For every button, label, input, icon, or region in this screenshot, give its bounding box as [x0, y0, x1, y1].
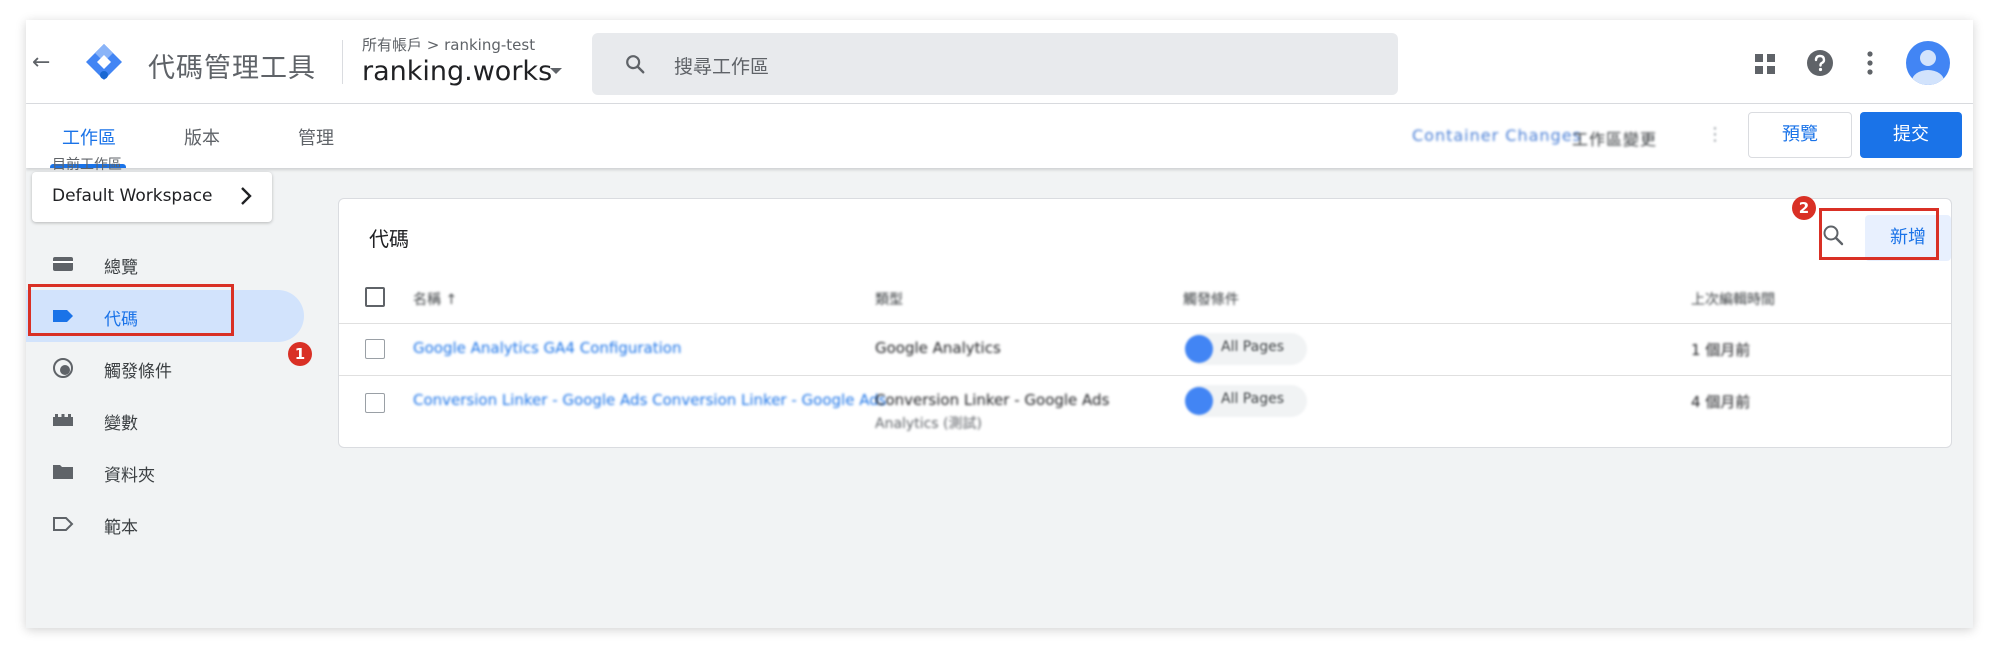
- workspace-changes-status: 工作區變更: [1572, 130, 1658, 149]
- tab-bar: 工作區 版本 管理 Container Changes 工作區變更 ⋮ 預覽 提…: [26, 104, 1973, 168]
- tag-name-link[interactable]: Google Analytics GA4 Configuration: [413, 339, 681, 357]
- trigger-label: All Pages: [1221, 391, 1284, 407]
- help-icon[interactable]: [1806, 49, 1834, 77]
- sidebar-item-label: 範本: [104, 518, 138, 538]
- tag-name-link[interactable]: Conversion Linker - Google Ads Conversio…: [413, 391, 887, 409]
- row-checkbox[interactable]: [365, 339, 385, 359]
- annotation-highlight-tags: [28, 284, 234, 336]
- search-icon: [626, 55, 645, 74]
- row-checkbox[interactable]: [365, 393, 385, 413]
- app-window: ← 代碼管理工具 所有帳戶 > ranking-test ranking.wor…: [26, 20, 1973, 628]
- divider: [339, 375, 1951, 376]
- search-bar[interactable]: 搜尋工作區: [592, 33, 1398, 95]
- select-all-checkbox[interactable]: [365, 287, 385, 307]
- sidebar-item-templates[interactable]: 範本: [26, 498, 306, 550]
- tab-versions[interactable]: 版本: [184, 124, 220, 150]
- preview-button[interactable]: 預覽: [1748, 112, 1852, 158]
- tag-type: Google Analytics: [875, 339, 1001, 357]
- sidebar-item-label: 觸發條件: [104, 362, 172, 382]
- avatar[interactable]: [1906, 41, 1950, 85]
- variable-icon: [53, 414, 73, 426]
- breadcrumb[interactable]: 所有帳戶 > ranking-test: [362, 34, 535, 55]
- column-header-trigger[interactable]: 觸發條件: [1183, 289, 1239, 309]
- trigger-icon: [1185, 387, 1213, 415]
- tab-workspace[interactable]: 工作區: [62, 124, 116, 150]
- column-header-last-edited[interactable]: 上次編輯時間: [1691, 289, 1775, 309]
- sidebar-item-variables[interactable]: 變數: [26, 394, 306, 446]
- container-changes-status: Container Changes: [1412, 126, 1582, 145]
- trigger-label: All Pages: [1221, 339, 1284, 355]
- sidebar-item-label: 總覽: [104, 258, 138, 278]
- top-app-bar: ← 代碼管理工具 所有帳戶 > ranking-test ranking.wor…: [26, 20, 1973, 104]
- tags-card: 代碼 新增 名稱 ↑ 類型 觸發條件 上次編輯時間 Google Analyti…: [338, 198, 1952, 448]
- template-icon: [53, 517, 74, 531]
- search-input[interactable]: 搜尋工作區: [674, 52, 769, 79]
- more-vert-icon[interactable]: [1866, 50, 1874, 76]
- card-title: 代碼: [369, 227, 409, 251]
- annotation-badge-1: 1: [288, 342, 312, 366]
- column-header-type[interactable]: 類型: [875, 289, 903, 309]
- annotation-badge-2: 2: [1792, 196, 1816, 220]
- trigger-chip[interactable]: All Pages: [1185, 385, 1307, 417]
- product-name: 代碼管理工具: [148, 53, 316, 84]
- chevron-right-icon: [241, 187, 252, 205]
- trigger-icon: [1185, 335, 1213, 363]
- divider: ⋮: [1706, 124, 1724, 145]
- workspace-name: Default Workspace: [52, 186, 213, 206]
- trigger-chip[interactable]: All Pages: [1185, 333, 1307, 365]
- workspace-selector[interactable]: Default Workspace: [32, 172, 272, 222]
- divider: [342, 40, 343, 84]
- caret-down-icon[interactable]: [550, 68, 562, 74]
- sidebar-item-overview[interactable]: 總覽: [26, 238, 306, 290]
- sidebar-item-label: 資料夾: [104, 466, 155, 486]
- account-icon: [1912, 50, 1944, 85]
- overview-icon: [53, 257, 73, 271]
- sidebar-item-folders[interactable]: 資料夾: [26, 446, 306, 498]
- tag-manager-logo: [86, 44, 122, 80]
- annotation-highlight-new: [1819, 208, 1939, 260]
- divider: [339, 323, 1951, 324]
- arrow-back-icon[interactable]: ←: [32, 52, 54, 74]
- last-edited: 4 個月前: [1691, 393, 1751, 411]
- sidebar-item-triggers[interactable]: 觸發條件: [26, 342, 306, 394]
- tab-admin[interactable]: 管理: [298, 124, 334, 150]
- folder-icon: [53, 465, 73, 479]
- tag-type-sub: Analytics (測試): [875, 416, 982, 432]
- submit-button[interactable]: 提交: [1860, 112, 1962, 158]
- column-header-name[interactable]: 名稱 ↑: [413, 289, 457, 309]
- tag-type: Conversion Linker - Google Ads: [875, 391, 1110, 409]
- current-workspace-label: 目前工作區: [52, 157, 122, 173]
- sidebar-item-label: 變數: [104, 414, 138, 434]
- last-edited: 1 個月前: [1691, 341, 1751, 359]
- container-selector[interactable]: ranking.works: [362, 56, 552, 87]
- apps-grid-icon[interactable]: [1754, 53, 1776, 75]
- trigger-icon: [53, 358, 73, 378]
